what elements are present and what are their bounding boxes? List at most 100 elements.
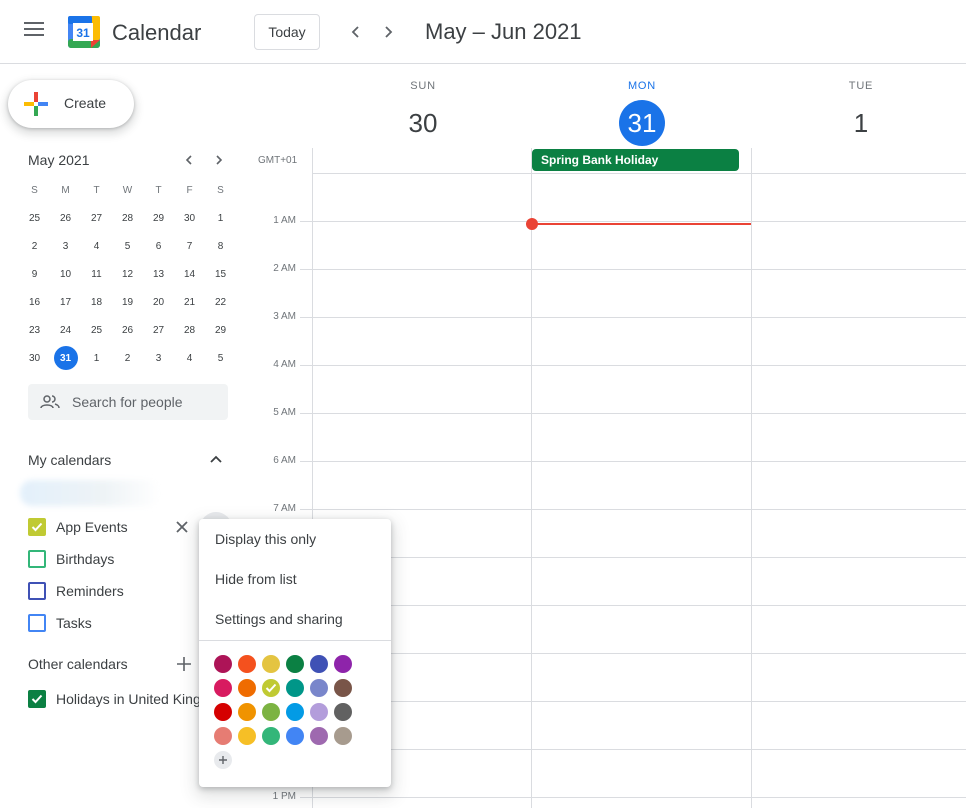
mini-day[interactable]: 1 — [81, 346, 112, 370]
color-swatch[interactable] — [334, 727, 352, 745]
mini-day[interactable]: 28 — [174, 318, 205, 342]
mini-day[interactable]: 29 — [205, 318, 236, 342]
mini-day[interactable]: 19 — [112, 290, 143, 314]
collapse-my-calendars-button[interactable] — [206, 450, 226, 470]
mini-day[interactable]: 22 — [205, 290, 236, 314]
color-swatch[interactable] — [238, 727, 256, 745]
color-swatch[interactable] — [286, 703, 304, 721]
event-spring-bank-holiday[interactable]: Spring Bank Holiday — [532, 149, 739, 171]
mini-day[interactable]: 15 — [205, 262, 236, 286]
add-other-calendar-button[interactable] — [174, 654, 194, 674]
color-swatch[interactable] — [334, 703, 352, 721]
create-button[interactable]: Create — [8, 80, 134, 128]
menu-settings-and-sharing[interactable]: Settings and sharing — [199, 599, 391, 639]
color-swatch[interactable] — [310, 727, 328, 745]
day-header-sun[interactable]: SUN 30 — [313, 80, 533, 146]
mini-day[interactable]: 13 — [143, 262, 174, 286]
calendar-checkbox[interactable] — [28, 582, 46, 600]
mini-day[interactable]: 11 — [81, 262, 112, 286]
add-custom-color-button[interactable] — [214, 751, 232, 769]
color-swatch[interactable] — [334, 655, 352, 673]
mini-day[interactable]: 14 — [174, 262, 205, 286]
mini-day[interactable]: 26 — [112, 318, 143, 342]
color-swatch[interactable] — [262, 727, 280, 745]
mini-day[interactable]: 17 — [50, 290, 81, 314]
mini-day[interactable]: 23 — [19, 318, 50, 342]
mini-day[interactable]: 5 — [112, 234, 143, 258]
my-calendars-heading[interactable]: My calendars — [28, 452, 111, 468]
color-swatch[interactable] — [310, 679, 328, 697]
mini-day[interactable]: 27 — [143, 318, 174, 342]
mini-day[interactable]: 6 — [143, 234, 174, 258]
mini-day[interactable]: 27 — [81, 206, 112, 230]
mini-day[interactable]: 18 — [81, 290, 112, 314]
day-number[interactable]: 30 — [400, 100, 446, 146]
mini-day[interactable]: 3 — [143, 346, 174, 370]
mini-day[interactable]: 24 — [50, 318, 81, 342]
color-swatch[interactable] — [214, 655, 232, 673]
mini-day[interactable]: 4 — [174, 346, 205, 370]
calendar-item[interactable]: Reminders — [28, 579, 124, 603]
previous-period-button[interactable] — [344, 20, 368, 44]
color-swatch[interactable] — [310, 655, 328, 673]
mini-day[interactable]: 8 — [205, 234, 236, 258]
mini-day[interactable]: 10 — [50, 262, 81, 286]
color-swatch[interactable] — [262, 703, 280, 721]
mini-day[interactable]: 3 — [50, 234, 81, 258]
next-period-button[interactable] — [376, 20, 400, 44]
calendar-item[interactable]: Holidays in United King — [28, 687, 201, 711]
mini-day[interactable]: 25 — [19, 206, 50, 230]
search-people-input[interactable]: Search for people — [28, 384, 228, 420]
mini-day[interactable]: 20 — [143, 290, 174, 314]
color-swatch[interactable] — [262, 655, 280, 673]
mini-day[interactable]: 12 — [112, 262, 143, 286]
color-swatch[interactable] — [334, 679, 352, 697]
day-header-tue[interactable]: TUE 1 — [751, 80, 966, 146]
mini-day[interactable]: 26 — [50, 206, 81, 230]
menu-hide-from-list[interactable]: Hide from list — [199, 559, 391, 599]
color-swatch[interactable] — [286, 679, 304, 697]
day-number[interactable]: 1 — [838, 100, 884, 146]
menu-display-this-only[interactable]: Display this only — [199, 519, 391, 559]
mini-day[interactable]: 21 — [174, 290, 205, 314]
color-swatch[interactable] — [286, 655, 304, 673]
color-swatch[interactable] — [214, 703, 232, 721]
mini-day[interactable]: 2 — [112, 346, 143, 370]
mini-day[interactable]: 7 — [174, 234, 205, 258]
mini-day[interactable]: 30 — [174, 206, 205, 230]
mini-day[interactable]: 9 — [19, 262, 50, 286]
calendar-item[interactable]: App Events — [28, 515, 128, 539]
mini-next-month-button[interactable] — [209, 150, 229, 170]
color-swatch[interactable] — [214, 679, 232, 697]
calendar-item[interactable]: Birthdays — [28, 547, 114, 571]
mini-day[interactable]: 30 — [19, 346, 50, 370]
color-swatch[interactable] — [238, 679, 256, 697]
calendar-checkbox[interactable] — [28, 550, 46, 568]
mini-day[interactable]: 29 — [143, 206, 174, 230]
calendar-item[interactable]: Tasks — [28, 611, 92, 635]
day-header-mon[interactable]: MON 31 — [532, 80, 752, 146]
color-swatch[interactable] — [310, 703, 328, 721]
color-swatch[interactable] — [238, 703, 256, 721]
today-button[interactable]: Today — [254, 14, 320, 50]
mini-day-today[interactable]: 31 — [50, 346, 81, 370]
mini-day[interactable]: 2 — [19, 234, 50, 258]
color-swatch[interactable] — [262, 679, 280, 697]
hour-gridline — [300, 221, 966, 222]
mini-day[interactable]: 28 — [112, 206, 143, 230]
unsubscribe-close-button[interactable] — [172, 517, 192, 537]
day-number[interactable]: 31 — [619, 100, 665, 146]
mini-day[interactable]: 16 — [19, 290, 50, 314]
mini-day[interactable]: 4 — [81, 234, 112, 258]
calendar-checkbox[interactable] — [28, 614, 46, 632]
calendar-checkbox[interactable] — [28, 518, 46, 536]
color-swatch[interactable] — [286, 727, 304, 745]
mini-day[interactable]: 5 — [205, 346, 236, 370]
color-swatch[interactable] — [238, 655, 256, 673]
mini-prev-month-button[interactable] — [179, 150, 199, 170]
mini-day[interactable]: 25 — [81, 318, 112, 342]
mini-day[interactable]: 1 — [205, 206, 236, 230]
calendar-checkbox[interactable] — [28, 690, 46, 708]
color-swatch[interactable] — [214, 727, 232, 745]
main-menu-icon[interactable] — [24, 22, 46, 40]
